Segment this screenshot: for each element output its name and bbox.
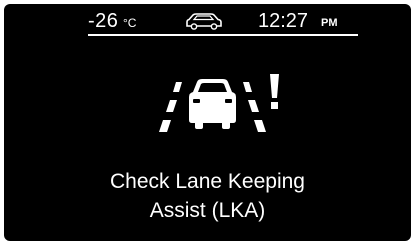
car-outline-icon [186, 13, 222, 30]
warning-message-line2: Assist (LKA) [149, 199, 266, 222]
right-lane-marking-icon [243, 82, 266, 132]
exclamation-icon [270, 74, 279, 109]
cluster-display: -26 °C 12:27 PM Check Lane Keeping Assis… [4, 4, 411, 241]
warning-message: Check Lane Keeping Assist (LKA) [4, 167, 411, 225]
warning-message-line1: Check Lane Keeping [110, 170, 305, 193]
clock-time: 12:27 [258, 10, 309, 32]
temperature-unit: °C [123, 16, 137, 30]
clock-meridiem: PM [321, 17, 338, 29]
car-rear-icon [189, 79, 236, 129]
left-lane-marking-icon [159, 82, 182, 132]
lane-keeping-assist-warning-icon [159, 74, 279, 132]
status-bar: -26 °C 12:27 PM [88, 8, 358, 36]
outside-temperature: -26 [88, 10, 119, 32]
